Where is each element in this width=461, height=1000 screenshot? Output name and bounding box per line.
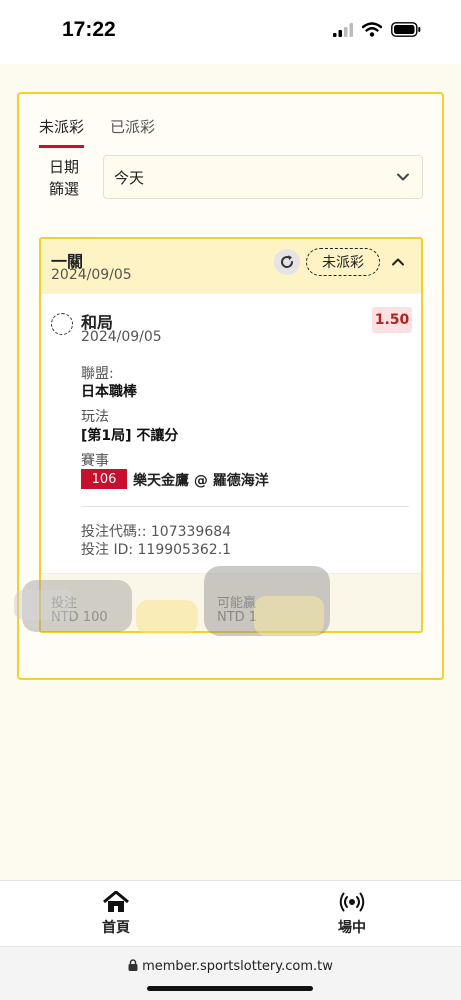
nav-live-label: 場中 <box>338 920 366 936</box>
match-label: 賽事 <box>81 453 109 469</box>
tab-settled[interactable]: 已派彩 <box>110 116 155 148</box>
date-filter-value: 今天 <box>114 168 145 187</box>
battery-icon <box>391 22 421 37</box>
odds-badge: 1.50 <box>372 307 412 333</box>
bottom-nav: 首頁 場中 <box>0 880 461 946</box>
status-icons <box>333 22 421 37</box>
stake-label: 投注 <box>51 596 78 611</box>
signal-icon <box>333 22 353 37</box>
payout-label: 可能贏 <box>217 596 257 611</box>
bet-list-panel: 未派彩 已派彩 日期篩選 今天 一關 2024/09/05 未派彩 和局 202 <box>17 92 444 680</box>
league-value: 日本職棒 <box>81 384 137 400</box>
date-filter-label: 日期篩選 <box>49 158 80 198</box>
stake-value: NTD 100 <box>51 610 108 625</box>
refresh-button[interactable] <box>274 249 300 275</box>
league-label: 聯盟: <box>81 366 114 382</box>
bet-code: 投注代碼:: 107339684 <box>81 524 232 540</box>
bet-card: 一關 2024/09/05 未派彩 和局 2024/09/05 1.50 聯盟:… <box>39 237 423 633</box>
play-value: [第1局] 不讓分 <box>81 428 179 444</box>
refresh-icon <box>281 255 294 268</box>
status-time: 17:22 <box>62 18 116 41</box>
tab-unsettled[interactable]: 未派彩 <box>39 116 85 148</box>
live-icon <box>339 892 365 912</box>
divider <box>81 506 409 507</box>
status-badge: 未派彩 <box>306 248 380 276</box>
match-name: 樂天金鷹 @ 羅德海洋 <box>133 473 269 489</box>
nav-live[interactable]: 場中 <box>338 891 366 937</box>
browser-url-bar[interactable]: member.sportslottery.com.tw <box>0 946 461 1000</box>
selection-date: 2024/09/05 <box>81 329 162 345</box>
bet-footer: 投注 NTD 100 可能贏 NTD 1 <box>41 573 421 631</box>
url-value: member.sportslottery.com.tw <box>142 959 333 974</box>
match-number-badge: 106 <box>81 469 127 489</box>
bet-card-header[interactable]: 一關 2024/09/05 未派彩 <box>41 239 421 294</box>
play-label: 玩法 <box>81 409 109 425</box>
nav-home-label: 首頁 <box>102 920 130 936</box>
bet-date: 2024/09/05 <box>51 267 132 283</box>
chevron-down-icon <box>397 173 409 181</box>
home-indicator <box>147 986 313 991</box>
wifi-icon <box>362 22 382 37</box>
home-icon <box>103 891 129 912</box>
selection-status-icon <box>51 313 73 335</box>
nav-home[interactable]: 首頁 <box>102 891 130 937</box>
date-filter-select[interactable]: 今天 <box>103 155 423 199</box>
bet-tabs: 未派彩 已派彩 <box>39 116 155 148</box>
bet-id: 投注 ID: 119905362.1 <box>81 542 232 558</box>
payout-value: NTD 1 <box>217 610 258 625</box>
lock-icon <box>128 959 138 971</box>
status-bar: 17:22 <box>0 0 461 64</box>
chevron-up-icon[interactable] <box>391 255 405 269</box>
url-text: member.sportslottery.com.tw <box>0 959 461 974</box>
